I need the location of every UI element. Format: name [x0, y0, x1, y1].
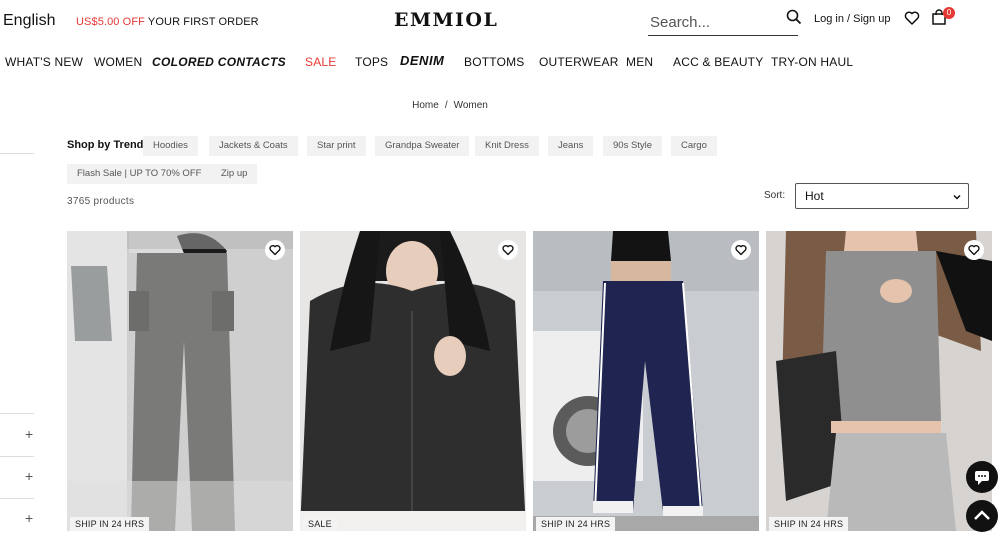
trend-chip-star-print[interactable]: Star print — [307, 136, 366, 156]
trend-chip-grandpa-sweater[interactable]: Grandpa Sweater — [375, 136, 470, 156]
filter-divider — [0, 413, 34, 414]
heart-outline-icon — [968, 244, 980, 256]
breadcrumb-separator: / — [444, 100, 448, 111]
product-card[interactable]: SHIP IN 24 HRS — [67, 231, 293, 531]
nav-women[interactable]: WOMEN — [94, 55, 142, 69]
heart-outline-icon — [502, 244, 514, 256]
nav-bottoms[interactable]: BOTTOMS — [464, 55, 525, 69]
product-card[interactable]: SALE — [300, 231, 526, 531]
heart-outline-icon — [735, 244, 747, 256]
search-box — [648, 10, 798, 36]
product-tag: SHIP IN 24 HRS — [70, 517, 150, 531]
sort-label: Sort: — [764, 190, 786, 201]
language-selector[interactable]: English — [3, 12, 55, 30]
trend-chip-hoodies[interactable]: Hoodies — [143, 136, 198, 156]
product-card[interactable]: SHIP IN 24 HRS — [533, 231, 759, 531]
main-nav: WHAT'S NEW WOMEN COLORED CONTACTS SALE T… — [0, 52, 1000, 72]
breadcrumb-home[interactable]: Home — [412, 100, 439, 111]
nav-denim[interactable]: DENIM — [400, 53, 444, 68]
bomber-jacket-photo[interactable] — [300, 231, 526, 531]
filter-divider — [0, 153, 34, 154]
trend-chip-flash-sale[interactable]: Flash Sale | UP TO 70% OFF — [67, 164, 212, 184]
nav-try-on-haul[interactable]: TRY-ON HAUL — [771, 55, 853, 69]
back-to-top-button[interactable] — [966, 500, 998, 532]
filter-divider — [0, 456, 34, 457]
wishlist-button[interactable] — [731, 240, 751, 260]
login-signup-link[interactable]: Log in / Sign up — [814, 13, 890, 25]
filter-divider — [0, 498, 34, 499]
nav-acc-beauty[interactable]: ACC & BEAUTY — [673, 55, 763, 69]
heart-outline-icon — [269, 244, 281, 256]
cargo-pants-photo[interactable] — [67, 231, 293, 531]
top-bar: English US$5.00 OFF YOUR FIRST ORDER EMM… — [0, 0, 1000, 44]
trend-chip-knit-dress[interactable]: Knit Dress — [475, 136, 539, 156]
grey-top-photo[interactable] — [766, 231, 992, 531]
promo-banner[interactable]: US$5.00 OFF YOUR FIRST ORDER — [76, 16, 259, 28]
site-logo[interactable]: EMMIOL — [394, 9, 498, 31]
nav-colored-contacts[interactable]: COLORED CONTACTS — [152, 55, 286, 69]
trend-chip-jeans[interactable]: Jeans — [548, 136, 594, 156]
nav-outerwear[interactable]: OUTERWEAR — [539, 55, 619, 69]
product-card[interactable]: SHIP IN 24 HRS — [766, 231, 992, 531]
track-pants-photo[interactable] — [533, 231, 759, 531]
product-count: 3765 products — [67, 196, 135, 207]
nav-men[interactable]: MEN — [626, 55, 653, 69]
expand-plus-icon[interactable]: + — [25, 510, 33, 526]
shop-by-trend-label: Shop by Trend: — [67, 139, 148, 151]
trend-chip-90s-style[interactable]: 90s Style — [603, 136, 663, 156]
chat-bubble-icon — [975, 471, 989, 485]
breadcrumb: Home / Women — [0, 100, 900, 111]
wishlist-heart-icon[interactable] — [904, 10, 920, 26]
search-input[interactable] — [648, 10, 776, 34]
nav-whats-new[interactable]: WHAT'S NEW — [5, 55, 83, 69]
sort-selected-value: Hot — [805, 189, 824, 203]
expand-plus-icon[interactable]: + — [25, 468, 33, 484]
product-tag: SHIP IN 24 HRS — [769, 517, 849, 531]
wishlist-button[interactable] — [498, 240, 518, 260]
chevron-up-icon — [974, 510, 990, 520]
promo-text: YOUR FIRST ORDER — [144, 16, 259, 28]
chat-button[interactable] — [966, 461, 998, 493]
nav-tops[interactable]: TOPS — [355, 55, 388, 69]
sort-select[interactable]: Hot — [795, 183, 969, 209]
search-icon[interactable] — [786, 9, 802, 25]
cart-count-badge: 0 — [943, 7, 955, 19]
trend-chip-jackets-coats[interactable]: Jackets & Coats — [209, 136, 298, 156]
product-tag: SALE — [303, 517, 337, 531]
expand-plus-icon[interactable]: + — [25, 426, 33, 442]
wishlist-button[interactable] — [964, 240, 984, 260]
promo-amount: US$5.00 OFF — [76, 16, 145, 28]
breadcrumb-current: Women — [453, 100, 488, 111]
trend-chip-cargo[interactable]: Cargo — [671, 136, 717, 156]
trend-chip-zip-up[interactable]: Zip up — [211, 164, 258, 184]
nav-sale[interactable]: SALE — [305, 55, 337, 69]
product-tag: SHIP IN 24 HRS — [536, 517, 616, 531]
wishlist-button[interactable] — [265, 240, 285, 260]
chevron-down-icon — [953, 194, 961, 200]
